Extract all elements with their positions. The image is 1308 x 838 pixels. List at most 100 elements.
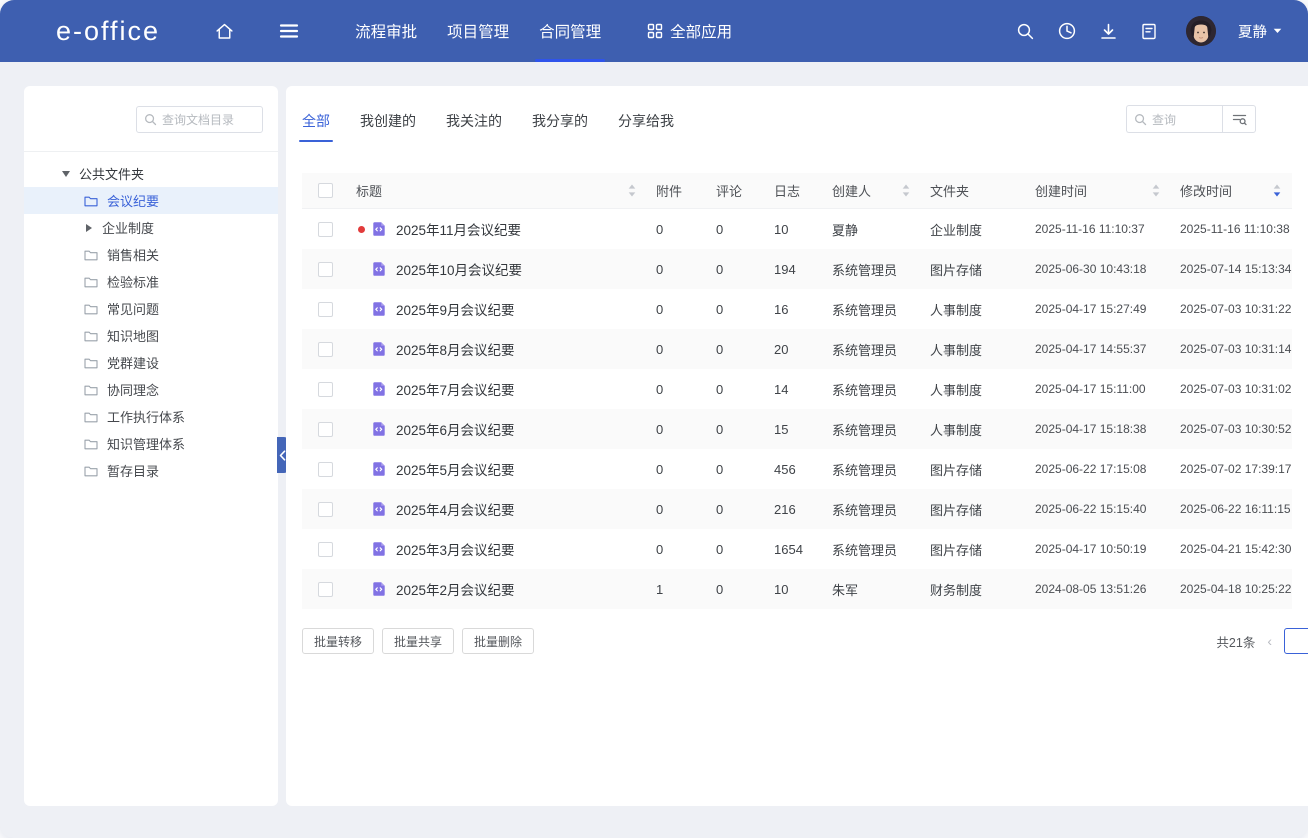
attachments-cell: 0 — [648, 302, 708, 317]
doc-title[interactable]: 2025年5月会议纪要 — [396, 459, 515, 479]
doc-title[interactable]: 2025年11月会议纪要 — [396, 219, 521, 239]
row-checkbox-cell — [302, 502, 348, 517]
comments-cell: 0 — [708, 462, 766, 477]
prev-page-icon[interactable]: ‹ — [1267, 634, 1272, 648]
sort-icon[interactable] — [902, 184, 910, 197]
doc-title[interactable]: 2025年9月会议纪要 — [396, 299, 515, 319]
page-button[interactable] — [1284, 628, 1308, 654]
row-checkbox[interactable] — [318, 222, 333, 237]
doc-title[interactable]: 2025年8月会议纪要 — [396, 339, 515, 359]
download-icon[interactable] — [1099, 22, 1118, 41]
doc-icon — [371, 461, 387, 477]
tab-分享给我[interactable]: 分享给我 — [618, 86, 674, 142]
tree-item-暂存目录[interactable]: 暂存目录 — [24, 457, 278, 484]
list-search-input[interactable]: 查询 — [1126, 105, 1222, 133]
folder-cell: 图片存储 — [922, 500, 1027, 519]
column-header-创建时间[interactable]: 创建时间 — [1027, 181, 1172, 200]
tree-item-知识地图[interactable]: 知识地图 — [24, 322, 278, 349]
nav-item-流程审批[interactable]: 流程审批 — [355, 0, 417, 62]
avatar[interactable] — [1186, 16, 1216, 46]
select-all-checkbox[interactable] — [318, 183, 333, 198]
sidebar-search-input[interactable]: 查询文档目录 — [136, 106, 263, 133]
row-checkbox[interactable] — [318, 342, 333, 357]
doc-title[interactable]: 2025年3月会议纪要 — [396, 539, 515, 559]
column-label: 标题 — [356, 181, 382, 200]
nav-item-label: 合同管理 — [539, 20, 601, 42]
row-checkbox[interactable] — [318, 262, 333, 277]
home-icon[interactable] — [214, 21, 235, 42]
row-checkbox[interactable] — [318, 382, 333, 397]
folder-cell: 人事制度 — [922, 300, 1027, 319]
doc-icon — [371, 301, 387, 317]
table-row: 2025年3月会议纪要001654系统管理员图片存储2025-04-17 10:… — [302, 529, 1292, 569]
app-logo[interactable]: e-office — [56, 16, 160, 47]
attachments-cell: 0 — [648, 382, 708, 397]
created-time-cell: 2025-06-22 17:15:08 — [1027, 462, 1172, 476]
comments-cell: 0 — [708, 302, 766, 317]
column-header-创建人[interactable]: 创建人 — [824, 181, 922, 200]
tab-全部[interactable]: 全部 — [302, 86, 330, 142]
logs-cell: 20 — [766, 342, 824, 357]
folder-icon — [84, 195, 98, 207]
tab-我分享的[interactable]: 我分享的 — [532, 86, 588, 142]
tree-item-常见问题[interactable]: 常见问题 — [24, 295, 278, 322]
creator-cell: 系统管理员 — [824, 260, 922, 279]
user-name: 夏静 — [1238, 21, 1267, 42]
row-checkbox[interactable] — [318, 302, 333, 317]
tab-我关注的[interactable]: 我关注的 — [446, 86, 502, 142]
search-icon[interactable] — [1016, 22, 1035, 41]
row-checkbox[interactable] — [318, 582, 333, 597]
tree-item-会议纪要[interactable]: 会议纪要 — [24, 187, 278, 214]
notes-icon[interactable] — [1140, 22, 1158, 41]
doc-title[interactable]: 2025年4月会议纪要 — [396, 499, 515, 519]
user-menu[interactable]: 夏静 — [1238, 21, 1282, 42]
unread-dot-placeholder — [358, 386, 365, 393]
creator-cell: 系统管理员 — [824, 540, 922, 559]
tree-item-检验标准[interactable]: 检验标准 — [24, 268, 278, 295]
menu-icon[interactable] — [279, 23, 299, 39]
tree-item-企业制度[interactable]: 企业制度 — [24, 214, 278, 241]
sort-icon[interactable] — [1152, 184, 1160, 197]
column-header-标题[interactable]: 标题 — [348, 181, 648, 200]
doc-title[interactable]: 2025年7月会议纪要 — [396, 379, 515, 399]
doc-title[interactable]: 2025年2月会议纪要 — [396, 579, 515, 599]
row-checkbox[interactable] — [318, 462, 333, 477]
row-checkbox-cell — [302, 542, 348, 557]
title-cell: 2025年4月会议纪要 — [348, 499, 648, 519]
nav-item-项目管理[interactable]: 项目管理 — [447, 0, 509, 62]
time-icon[interactable] — [1057, 21, 1077, 41]
creator-cell: 系统管理员 — [824, 300, 922, 319]
advanced-search-button[interactable] — [1222, 105, 1256, 133]
total-count: 共21条 — [1216, 632, 1255, 651]
logs-cell: 16 — [766, 302, 824, 317]
batch-button-批量共享[interactable]: 批量共享 — [382, 628, 454, 654]
batch-button-批量删除[interactable]: 批量删除 — [462, 628, 534, 654]
row-checkbox[interactable] — [318, 542, 333, 557]
tree-item-党群建设[interactable]: 党群建设 — [24, 349, 278, 376]
doc-title[interactable]: 2025年10月会议纪要 — [396, 259, 522, 279]
tree-item-销售相关[interactable]: 销售相关 — [24, 241, 278, 268]
tree-root-label: 公共文件夹 — [79, 164, 144, 183]
tree-item-工作执行体系[interactable]: 工作执行体系 — [24, 403, 278, 430]
column-header-附件: 附件 — [648, 181, 708, 200]
sort-icon[interactable] — [1273, 184, 1281, 197]
tree-item-协同理念[interactable]: 协同理念 — [24, 376, 278, 403]
title-cell: 2025年10月会议纪要 — [348, 259, 648, 279]
title-cell: 2025年9月会议纪要 — [348, 299, 648, 319]
row-checkbox[interactable] — [318, 422, 333, 437]
batch-button-批量转移[interactable]: 批量转移 — [302, 628, 374, 654]
sort-icon[interactable] — [628, 184, 636, 197]
comments-cell: 0 — [708, 222, 766, 237]
tree-item-label: 会议纪要 — [107, 191, 159, 210]
column-header-修改时间[interactable]: 修改时间 — [1172, 181, 1293, 200]
tab-我创建的[interactable]: 我创建的 — [360, 86, 416, 142]
table-row: 2025年4月会议纪要00216系统管理员图片存储2025-06-22 15:1… — [302, 489, 1292, 529]
tree-root-public-folders[interactable]: 公共文件夹 — [24, 160, 278, 187]
modified-time-cell: 2025-07-03 10:31:22 — [1172, 302, 1293, 316]
doc-title[interactable]: 2025年6月会议纪要 — [396, 419, 515, 439]
nav-item-合同管理[interactable]: 合同管理 — [539, 0, 601, 62]
tree-item-知识管理体系[interactable]: 知识管理体系 — [24, 430, 278, 457]
attachments-cell: 0 — [648, 422, 708, 437]
row-checkbox[interactable] — [318, 502, 333, 517]
nav-item-全部应用[interactable]: 全部应用 — [647, 0, 732, 62]
